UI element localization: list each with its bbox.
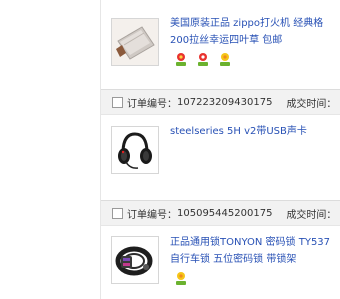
product-title-headset[interactable]: steelseries 5H v2带USB声卡 [170,123,340,140]
product-title-line[interactable]: 美国原装正品 zippo打火机 经典格 [170,15,340,32]
badge-row [174,270,188,286]
product-thumbnail-headset[interactable] [111,126,159,174]
left-divider [100,0,101,299]
product-thumbnail-lock[interactable] [111,236,159,284]
product-title-line[interactable]: steelseries 5H v2带USB声卡 [170,123,340,140]
cable-lock-image [112,237,158,283]
order-header: 订单编号： 105095445200175 成交时间： [101,200,340,226]
flower-badge-yellow-icon [220,53,230,66]
order-header: 订单编号： 107223209430175 成交时间： [101,89,340,115]
flower-badge-red-icon [176,53,186,66]
order-select-checkbox[interactable] [112,96,123,108]
order-number-label: 订单编号： [127,98,177,110]
product-title-lighter[interactable]: 美国原装正品 zippo打火机 经典格 200拉丝幸运四叶草 包邮 [170,15,340,49]
product-title-line[interactable]: 自行车锁 五位密码锁 带锁架 [170,251,340,268]
order-number: 105095445200175 [177,207,273,219]
lighter-image [112,19,158,65]
flower-badge-yellow-icon [176,272,186,285]
product-title-line[interactable]: 正品通用锁TONYON 密码锁 TY537 [170,234,340,251]
order-number: 107223209430175 [177,96,273,108]
headset-image [112,127,158,173]
order-number-label: 订单编号： [127,209,177,221]
flower-badge-red-icon [198,53,208,66]
product-title-line[interactable]: 200拉丝幸运四叶草 包邮 [170,32,340,49]
deal-time-label: 成交时间： [286,209,337,221]
product-thumbnail-lighter[interactable] [111,18,159,66]
order-select-checkbox[interactable] [112,207,123,219]
product-title-lock[interactable]: 正品通用锁TONYON 密码锁 TY537 自行车锁 五位密码锁 带锁架 [170,234,340,268]
deal-time-label: 成交时间： [286,98,337,110]
badge-row [174,51,232,67]
